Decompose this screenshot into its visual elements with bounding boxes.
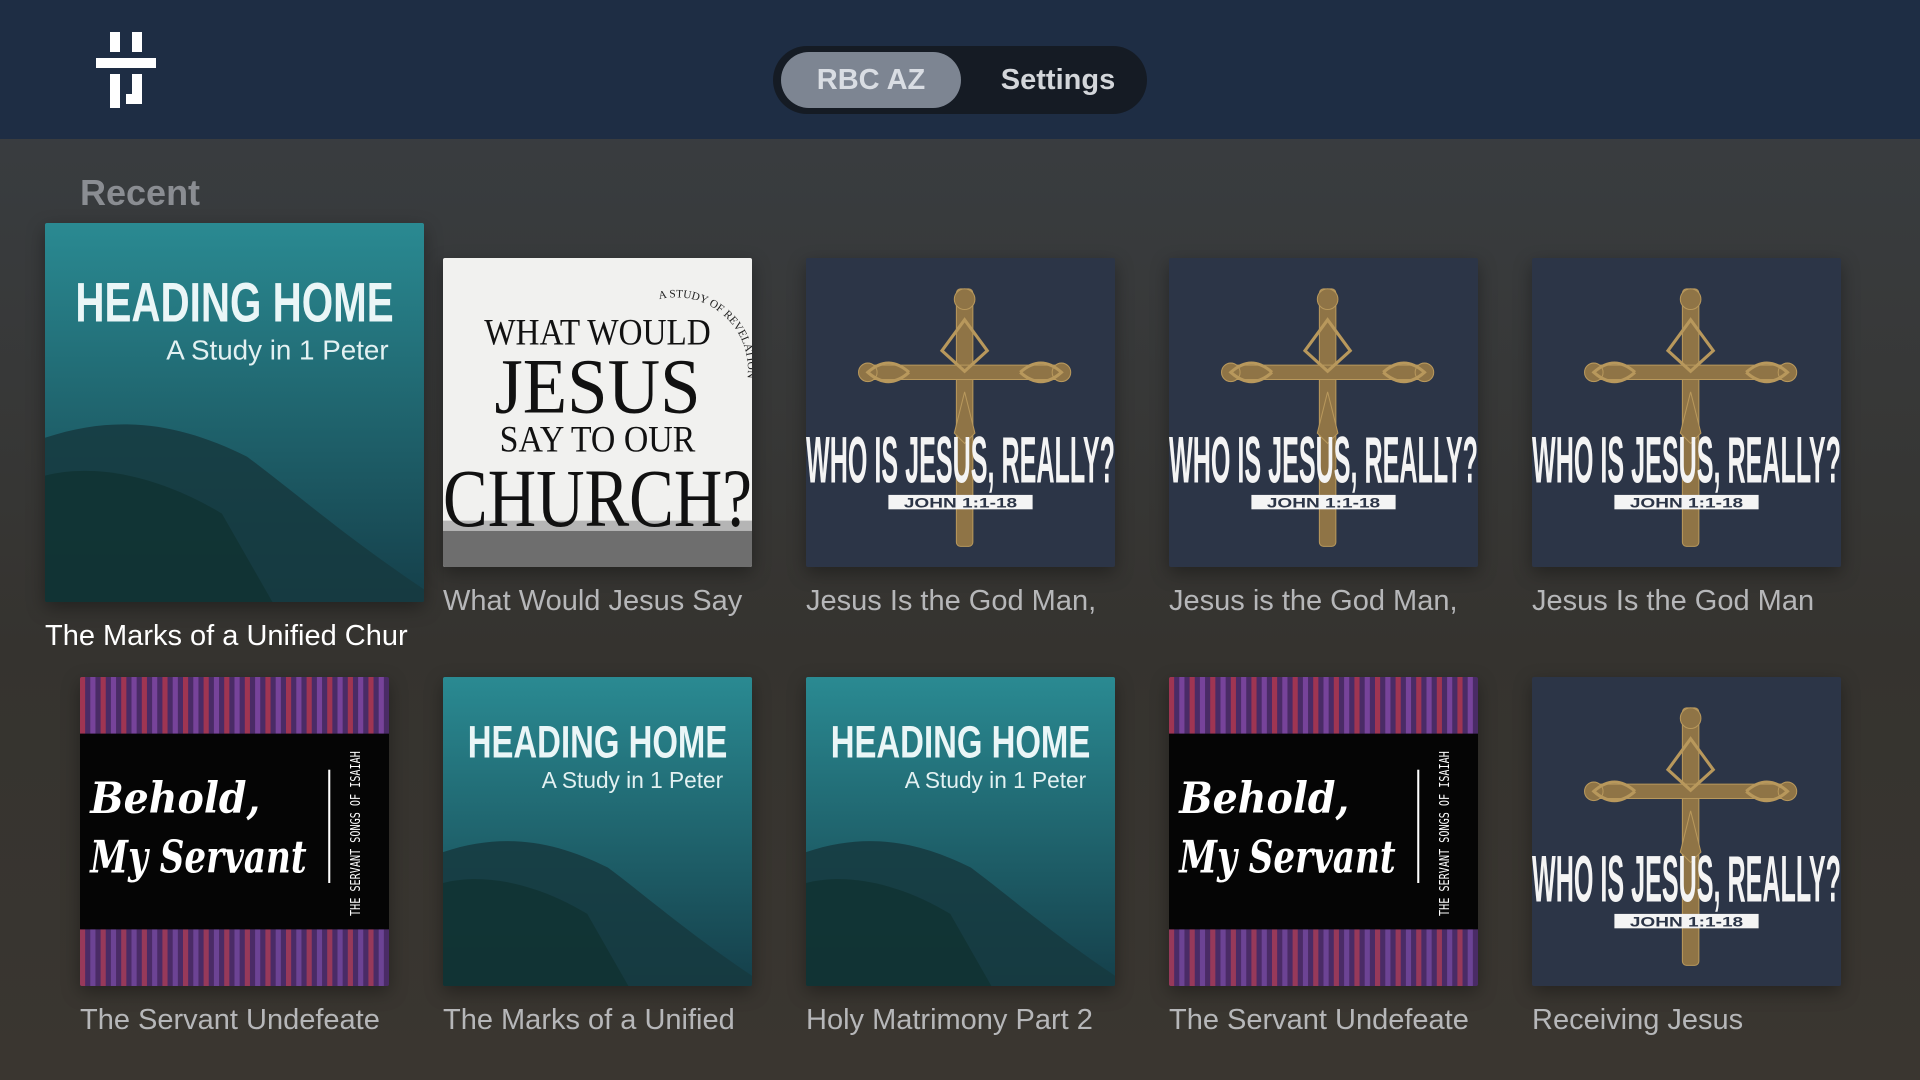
svg-text:Behold,: Behold, xyxy=(88,773,260,824)
media-artwork: WHO IS JESUS, REALLY? JOHN 1:1-18 xyxy=(1169,258,1478,567)
art-title: HEADING HOME xyxy=(75,272,393,334)
media-title: The Marks of a Unified xyxy=(443,1004,735,1036)
media-card[interactable]: Behold, My Servant THE SERVANT SONGS OF … xyxy=(80,677,389,1056)
media-card[interactable]: HEADING HOME A Study in 1 Peter The Mark… xyxy=(45,223,424,672)
media-card[interactable]: HEADING HOME A Study in 1 Peter The Mark… xyxy=(443,677,752,1056)
section-title: Recent xyxy=(80,172,201,213)
media-artwork: WHAT WOULD JESUS SAY TO OUR CHURCH? A ST… xyxy=(443,258,752,567)
svg-text:WHO IS JESUS, REALLY?: WHO IS JESUS, REALLY? xyxy=(1532,842,1841,916)
media-title: The Servant Undefeate xyxy=(80,1004,380,1036)
media-card[interactable]: HEADING HOME A Study in 1 Peter Holy Mat… xyxy=(806,677,1115,1056)
svg-text:THE SERVANT SONGS OF ISAIAH: THE SERVANT SONGS OF ISAIAH xyxy=(349,751,364,916)
tab-rbc-az[interactable]: RBC AZ xyxy=(781,52,961,108)
svg-text:WHO IS JESUS, REALLY?: WHO IS JESUS, REALLY? xyxy=(1169,423,1478,497)
media-card[interactable]: WHAT WOULD JESUS SAY TO OUR CHURCH? A ST… xyxy=(443,258,752,637)
svg-text:My Servant: My Servant xyxy=(1178,830,1396,884)
art-title: HEADING HOME xyxy=(468,716,728,767)
svg-text:Behold,: Behold, xyxy=(1177,773,1349,824)
tab-settings[interactable]: Settings xyxy=(973,52,1143,108)
svg-text:JOHN 1:1-18: JOHN 1:1-18 xyxy=(904,495,1018,510)
media-artwork: HEADING HOME A Study in 1 Peter xyxy=(443,677,752,986)
media-artwork: WHO IS JESUS, REALLY? JOHN 1:1-18 xyxy=(806,258,1115,567)
media-title: What Would Jesus Say xyxy=(443,585,743,617)
media-title: Jesus is the God Man, xyxy=(1169,585,1458,617)
media-artwork: Behold, My Servant THE SERVANT SONGS OF … xyxy=(80,677,389,986)
media-title: Jesus Is the God Man xyxy=(1532,585,1815,617)
svg-text:JOHN 1:1-18: JOHN 1:1-18 xyxy=(1630,914,1744,929)
svg-text:JOHN 1:1-18: JOHN 1:1-18 xyxy=(1630,495,1744,510)
svg-text:CHURCH?: CHURCH? xyxy=(443,453,752,544)
media-card[interactable]: WHO IS JESUS, REALLY? JOHN 1:1-18 Jesus … xyxy=(1532,258,1841,637)
media-card[interactable]: WHO IS JESUS, REALLY? JOHN 1:1-18 Jesus … xyxy=(1169,258,1478,637)
media-title: The Marks of a Unified Chur xyxy=(45,620,408,652)
media-card[interactable]: Behold, My Servant THE SERVANT SONGS OF … xyxy=(1169,677,1478,1056)
svg-text:WHO IS JESUS, REALLY?: WHO IS JESUS, REALLY? xyxy=(806,423,1115,497)
church-logo-icon xyxy=(96,32,156,108)
svg-text:JOHN 1:1-18: JOHN 1:1-18 xyxy=(1267,495,1381,510)
media-card[interactable]: WHO IS JESUS, REALLY? JOHN 1:1-18 Jesus … xyxy=(806,258,1115,637)
top-bar: RBC AZ Settings xyxy=(0,0,1920,139)
media-artwork: WHO IS JESUS, REALLY? JOHN 1:1-18 xyxy=(1532,258,1841,567)
media-title: Receiving Jesus xyxy=(1532,1004,1744,1036)
svg-text:THE SERVANT SONGS OF ISAIAH: THE SERVANT SONGS OF ISAIAH xyxy=(1438,751,1453,916)
tab-bar: RBC AZ Settings xyxy=(773,46,1147,114)
media-card[interactable]: WHO IS JESUS, REALLY? JOHN 1:1-18 Receiv… xyxy=(1532,677,1841,1056)
media-title: The Servant Undefeate xyxy=(1169,1004,1469,1036)
art-subtitle: A Study in 1 Peter xyxy=(905,767,1087,793)
media-artwork: WHO IS JESUS, REALLY? JOHN 1:1-18 xyxy=(1532,677,1841,986)
media-artwork: HEADING HOME A Study in 1 Peter xyxy=(806,677,1115,986)
media-artwork: HEADING HOME A Study in 1 Peter xyxy=(45,223,424,602)
svg-text:My Servant: My Servant xyxy=(89,830,307,884)
art-title: HEADING HOME xyxy=(831,716,1091,767)
media-title: Jesus Is the God Man, xyxy=(806,585,1097,617)
svg-text:JESUS: JESUS xyxy=(495,343,701,430)
svg-text:WHO IS JESUS, REALLY?: WHO IS JESUS, REALLY? xyxy=(1532,423,1841,497)
media-artwork: Behold, My Servant THE SERVANT SONGS OF … xyxy=(1169,677,1478,986)
art-subtitle: A Study in 1 Peter xyxy=(542,767,724,793)
media-title: Holy Matrimony Part 2 xyxy=(806,1004,1093,1036)
art-subtitle: A Study in 1 Peter xyxy=(166,334,388,365)
